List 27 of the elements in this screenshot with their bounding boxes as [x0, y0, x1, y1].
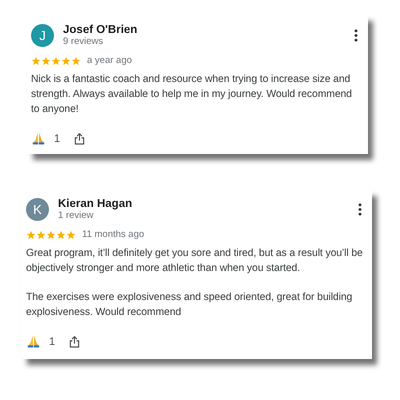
review-text: The exercises were explosiveness and speed oriented, great for building explosiveness. Would recommend [26, 291, 354, 320]
star-icon [66, 230, 76, 240]
star-icon [26, 230, 36, 240]
star-icon [71, 56, 81, 66]
reviewer-name: Kieran Hagan [58, 198, 134, 210]
more-options-icon[interactable] [354, 29, 358, 42]
review-count: 9 reviews [63, 36, 104, 47]
review-text: Great program, it’ll definitely get you sore and tired, but as a result you’ll be objectively stronger and more athletic than when you started. [26, 247, 364, 276]
avatar: J [31, 24, 54, 47]
star-icon [56, 230, 66, 240]
share-icon[interactable] [69, 335, 80, 348]
star-icon [31, 56, 41, 66]
avatar: K [26, 198, 49, 221]
star-icon [61, 56, 71, 66]
star-icon [36, 230, 46, 240]
like-count: 1 [54, 132, 60, 144]
review-count: 1 review [58, 210, 94, 221]
review-text: Nick is a fantastic coach and resource when trying to increase size and strength. Always available to help me in my journey. Would recommend to anyone! [31, 73, 353, 117]
star-icon [51, 56, 61, 66]
like-count: 1 [49, 336, 56, 348]
more-options-icon[interactable] [358, 203, 362, 216]
star-icon [46, 230, 56, 240]
share-icon[interactable] [74, 132, 86, 145]
review-time: a year ago [87, 55, 132, 66]
review-time: 11 months ago [82, 229, 144, 240]
star-icon [41, 56, 51, 66]
reviewer-name: Josef O'Brien [63, 24, 138, 36]
